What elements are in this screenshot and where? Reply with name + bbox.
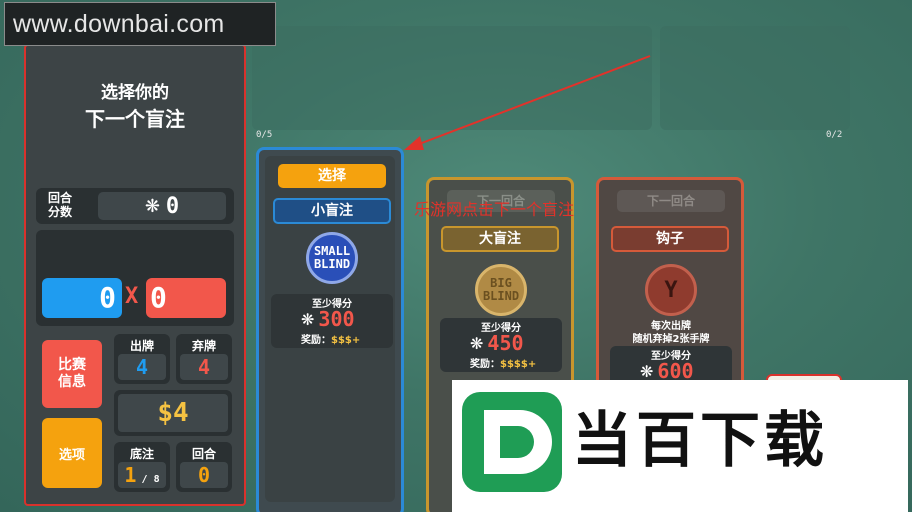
ad-brand-text: 当百下载	[572, 406, 828, 476]
downbai-logo-icon	[462, 392, 562, 492]
annotation-text: 乐游网点击下一个盲注	[414, 200, 575, 219]
